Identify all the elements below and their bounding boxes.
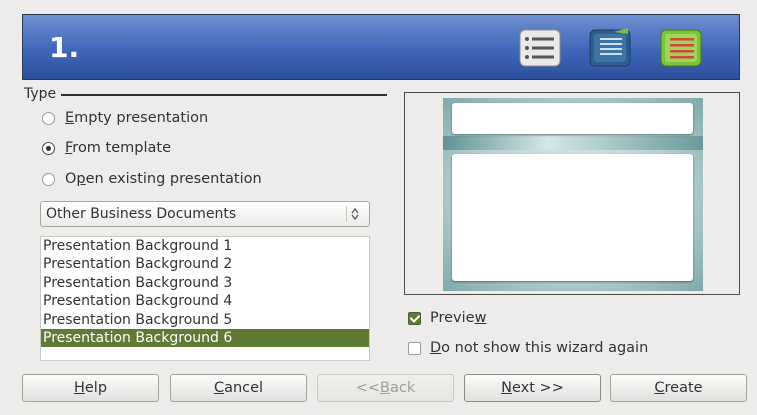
no-show-wizard-row[interactable]: Do not show this wizard again <box>408 338 648 358</box>
select-value: Other Business Documents <box>46 206 237 222</box>
template-category-select[interactable]: Other Business Documents <box>40 201 370 227</box>
radio-label: From template <box>65 140 172 156</box>
no-show-wizard-label: Do not show this wizard again <box>430 340 649 356</box>
help-button[interactable]: Help <box>22 374 159 402</box>
preview-checkbox-row[interactable]: Preview <box>408 308 486 328</box>
wizard-banner: 1. <box>22 14 740 80</box>
create-button[interactable]: Create <box>610 374 747 402</box>
radio-from-template[interactable]: From template <box>42 138 171 158</box>
radio-button[interactable] <box>42 141 55 155</box>
list-icon <box>519 29 561 67</box>
notes-list-icon <box>589 28 631 67</box>
preview-checkbox[interactable] <box>408 311 421 325</box>
outline-list-icon <box>660 29 702 67</box>
up-down-arrows-icon <box>346 206 359 222</box>
list-item[interactable]: Presentation Background 4 <box>41 292 369 310</box>
back-button[interactable]: << Back <box>317 374 454 402</box>
type-group-divider <box>61 94 387 96</box>
slide-preview <box>443 98 703 291</box>
cancel-button[interactable]: Cancel <box>170 374 307 402</box>
slide-body-placeholder <box>452 154 693 281</box>
template-list[interactable]: Presentation Background 1 Presentation B… <box>40 236 370 361</box>
radio-label: Empty presentation <box>65 110 209 126</box>
slide-title-placeholder <box>452 103 693 134</box>
list-item-selected[interactable]: Presentation Background 6 <box>41 328 369 348</box>
slide-decorative-band <box>443 136 703 150</box>
next-button[interactable]: Next >> <box>464 374 601 402</box>
radio-button[interactable] <box>42 111 55 125</box>
list-item[interactable]: Presentation Background 3 <box>41 274 369 292</box>
list-item[interactable]: Presentation Background 5 <box>41 311 369 329</box>
radio-button[interactable] <box>42 172 55 186</box>
type-group-label: Type <box>24 86 57 102</box>
preview-pane <box>404 92 740 295</box>
preview-checkbox-label: Preview <box>430 310 487 326</box>
radio-label: Open existing presentation <box>65 171 262 187</box>
no-show-wizard-checkbox[interactable] <box>408 341 421 355</box>
list-item[interactable]: Presentation Background 1 <box>41 237 369 255</box>
step-number: 1. <box>49 31 80 64</box>
radio-empty-presentation[interactable]: Empty presentation <box>42 108 208 128</box>
list-item[interactable]: Presentation Background 2 <box>41 255 369 273</box>
radio-open-existing[interactable]: Open existing presentation <box>42 169 262 189</box>
